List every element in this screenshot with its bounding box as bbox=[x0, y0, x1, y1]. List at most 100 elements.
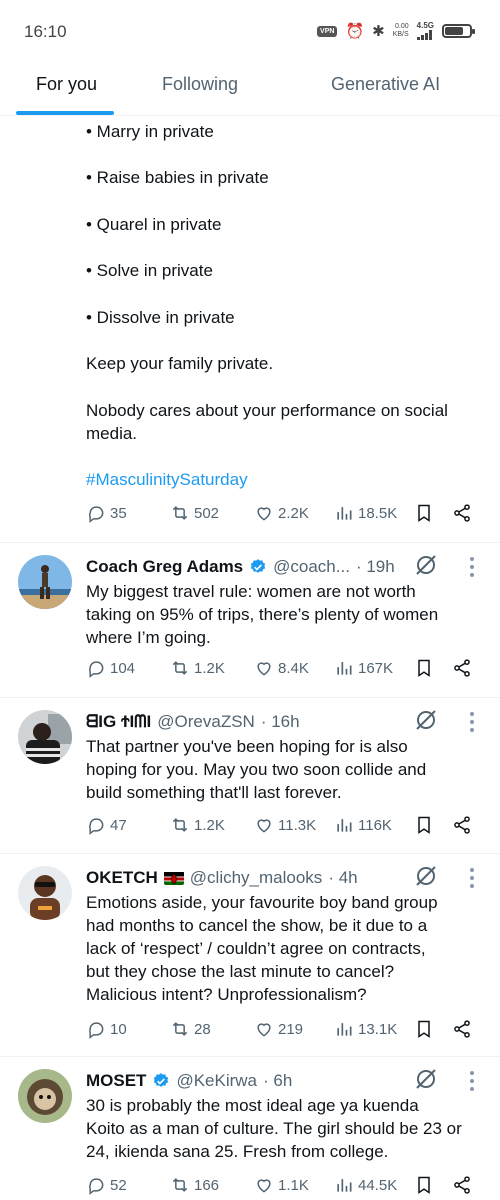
reply-icon bbox=[89, 506, 104, 523]
tweet-text-line: • Solve in private bbox=[86, 261, 213, 280]
author-name[interactable]: OKETCH bbox=[86, 868, 158, 888]
tweet-text[interactable]: My biggest travel rule: women are not wo… bbox=[86, 580, 486, 649]
share-icon bbox=[454, 659, 470, 677]
tweet-text-line: where I’m going. bbox=[86, 628, 211, 647]
retweet-icon bbox=[172, 818, 188, 832]
tweet-text-line: • Raise babies in private bbox=[86, 168, 269, 187]
reply-button[interactable]: 10 bbox=[86, 1019, 127, 1039]
tweet-actions: 35 502 2.2K 18.5K bbox=[86, 503, 486, 529]
vpn-badge: VPN bbox=[317, 25, 338, 37]
bookmark-button[interactable] bbox=[414, 503, 434, 523]
like-count: 11.3K bbox=[278, 816, 317, 834]
bookmark-button[interactable] bbox=[414, 658, 434, 678]
grok-icon[interactable] bbox=[414, 864, 438, 888]
tweet-time[interactable]: · 19h bbox=[356, 557, 395, 577]
author-name[interactable]: ᗺIG ϮIᗰI bbox=[86, 712, 151, 732]
tweet-text-line: Nobody cares about your performance on s… bbox=[86, 401, 448, 420]
avatar[interactable] bbox=[18, 710, 72, 764]
views-button[interactable]: 167K bbox=[334, 658, 393, 678]
author-handle[interactable]: @KeKirwa bbox=[176, 1071, 257, 1091]
grok-icon[interactable] bbox=[414, 708, 438, 732]
retweet-icon bbox=[172, 1178, 188, 1192]
hashtag-link[interactable]: #MasculinitySaturday bbox=[86, 468, 248, 491]
share-icon bbox=[454, 504, 470, 522]
reply-button[interactable]: 104 bbox=[86, 658, 135, 678]
bluetooth-icon: ✱ bbox=[372, 22, 385, 40]
author-handle[interactable]: @coach... bbox=[273, 557, 350, 577]
share-button[interactable] bbox=[452, 815, 472, 835]
heart-icon bbox=[257, 662, 271, 676]
like-button[interactable]: 8.4K bbox=[254, 658, 309, 678]
like-button[interactable]: 2.2K bbox=[254, 503, 309, 523]
view-count: 18.5K bbox=[358, 504, 398, 522]
reply-button[interactable]: 52 bbox=[86, 1175, 127, 1195]
more-options-icon[interactable] bbox=[468, 868, 476, 888]
author-handle[interactable]: @clichy_malooks bbox=[190, 868, 323, 888]
reply-button[interactable]: 47 bbox=[86, 815, 127, 835]
view-count: 167K bbox=[358, 659, 394, 677]
share-button[interactable] bbox=[452, 1175, 472, 1195]
tweet-header: MOSET @KeKirwa · 6h bbox=[86, 1069, 292, 1093]
tweet-time[interactable]: · 6h bbox=[263, 1071, 292, 1091]
tweet-time[interactable]: · 4h bbox=[328, 868, 357, 888]
tweet-text[interactable]: 30 is probably the most ideal age ya kue… bbox=[86, 1094, 486, 1163]
like-count: 1.1K bbox=[278, 1176, 309, 1194]
bookmark-button[interactable] bbox=[414, 815, 434, 835]
retweet-count: 1.2K bbox=[194, 816, 225, 834]
tab-for-you[interactable]: For you bbox=[36, 74, 97, 95]
retweet-button[interactable]: 1.2K bbox=[170, 658, 225, 678]
reply-icon bbox=[89, 1178, 104, 1195]
tweet-time[interactable]: · 16h bbox=[261, 712, 300, 732]
tweet-text[interactable]: That partner you've been hoping for is a… bbox=[86, 735, 486, 804]
retweet-button[interactable]: 502 bbox=[170, 503, 219, 523]
more-options-icon[interactable] bbox=[468, 1071, 476, 1091]
views-button[interactable]: 18.5K bbox=[334, 503, 397, 523]
share-button[interactable] bbox=[452, 658, 472, 678]
share-button[interactable] bbox=[452, 503, 472, 523]
views-icon bbox=[337, 1179, 352, 1192]
bookmark-button[interactable] bbox=[414, 1019, 434, 1039]
more-options-icon[interactable] bbox=[468, 557, 476, 577]
avatar[interactable] bbox=[18, 1069, 72, 1123]
tweet-card[interactable]: ᗺIG ϮIᗰI @OrevaZSN · 16h That partner yo… bbox=[0, 698, 500, 853]
views-button[interactable]: 116K bbox=[334, 815, 392, 835]
tweet-text[interactable]: Emotions aside, your favourite boy band … bbox=[86, 891, 486, 1006]
tweet-actions: 104 1.2K 8.4K 167K bbox=[86, 658, 486, 684]
tweet-card[interactable]: Coach Greg Adams @coach... · 19h My bigg… bbox=[0, 543, 500, 697]
battery-level bbox=[445, 27, 463, 35]
like-button[interactable]: 11.3K bbox=[254, 815, 316, 835]
reply-icon bbox=[89, 818, 104, 835]
like-button[interactable]: 219 bbox=[254, 1019, 303, 1039]
avatar[interactable] bbox=[18, 555, 72, 609]
like-button[interactable]: 1.1K bbox=[254, 1175, 309, 1195]
author-handle[interactable]: @OrevaZSN bbox=[157, 712, 255, 732]
status-bar: 16:10 VPN ⏰ ✱ 0.00 KB/S 4.5G bbox=[0, 0, 500, 62]
tab-generative-ai[interactable]: Generative AI bbox=[331, 74, 440, 95]
share-button[interactable] bbox=[452, 1019, 472, 1039]
tab-following[interactable]: Following bbox=[162, 74, 238, 95]
status-time: 16:10 bbox=[24, 22, 67, 41]
author-name[interactable]: Coach Greg Adams bbox=[86, 557, 243, 577]
views-button[interactable]: 13.1K bbox=[334, 1019, 397, 1039]
reply-count: 47 bbox=[110, 816, 127, 834]
retweet-button[interactable]: 28 bbox=[170, 1019, 211, 1039]
more-options-icon[interactable] bbox=[468, 712, 476, 732]
tweet-text-line: Malicious intent? Unprofessionalism? bbox=[86, 985, 367, 1004]
heart-icon bbox=[257, 1179, 271, 1193]
reply-button[interactable]: 35 bbox=[86, 503, 127, 523]
tweet-text-line: • Dissolve in private bbox=[86, 308, 235, 327]
views-button[interactable]: 44.5K bbox=[334, 1175, 397, 1195]
retweet-button[interactable]: 1.2K bbox=[170, 815, 225, 835]
alarm-icon: ⏰ bbox=[345, 22, 365, 40]
bookmark-button[interactable] bbox=[414, 1175, 434, 1195]
view-count: 116K bbox=[358, 816, 392, 834]
grok-icon[interactable] bbox=[414, 553, 438, 577]
tweet-card[interactable]: OKETCH @clichy_malooks · 4h Emotions asi… bbox=[0, 854, 500, 1056]
avatar[interactable] bbox=[18, 866, 72, 920]
retweet-button[interactable]: 166 bbox=[170, 1175, 219, 1195]
tweet-header: ᗺIG ϮIᗰI @OrevaZSN · 16h bbox=[86, 710, 300, 734]
retweet-count: 166 bbox=[194, 1176, 220, 1194]
grok-icon[interactable] bbox=[414, 1067, 438, 1091]
author-name[interactable]: MOSET bbox=[86, 1071, 146, 1091]
tweet-card[interactable]: MOSET @KeKirwa · 6h 30 is probably the m… bbox=[0, 1057, 500, 1200]
